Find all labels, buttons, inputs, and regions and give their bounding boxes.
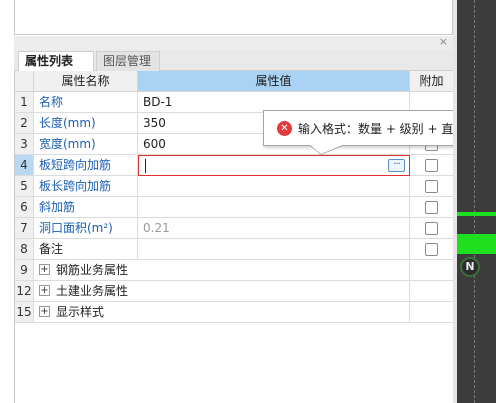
axis-line [474, 0, 475, 403]
add-checkbox[interactable] [425, 180, 438, 193]
group-label: 显示样式 [56, 305, 105, 319]
upper-panel [14, 0, 468, 35]
north-compass-icon: N [460, 257, 480, 277]
tooltip-pointer [309, 144, 345, 154]
expand-icon[interactable]: + [39, 285, 50, 296]
row-number: 1 [15, 92, 34, 113]
group-label-cell[interactable]: + 钢筋业务属性 [34, 260, 410, 281]
header-name: 属性名称 [34, 71, 138, 92]
row-number: 4 [15, 155, 34, 176]
row-value[interactable] [138, 176, 410, 197]
row-number: 8 [15, 239, 34, 260]
row-add-cell [410, 155, 454, 176]
table-row: 8 备注 [15, 239, 454, 260]
row-number: 9 [15, 260, 34, 281]
row-add-cell [410, 302, 454, 323]
wall-segment-thin [457, 212, 496, 216]
row-number: 12 [15, 281, 34, 302]
group-label: 钢筋业务属性 [56, 263, 129, 277]
row-value[interactable] [138, 197, 410, 218]
row-add-cell [410, 218, 454, 239]
left-margin [0, 0, 14, 403]
wall-segment [457, 234, 496, 254]
row-name[interactable]: 板长跨向加筋 [34, 176, 138, 197]
drawing-viewport[interactable] [457, 0, 496, 403]
row-add-cell [410, 239, 454, 260]
tab-properties[interactable]: 属性列表 [18, 51, 94, 72]
expand-icon[interactable]: + [39, 306, 50, 317]
row-add-cell [410, 260, 454, 281]
add-checkbox[interactable] [425, 159, 438, 172]
group-label-cell[interactable]: + 土建业务属性 [34, 281, 410, 302]
row-add-cell [410, 176, 454, 197]
row-add-cell [410, 281, 454, 302]
row-name[interactable]: 长度(mm) [34, 113, 138, 134]
header-num [15, 71, 34, 92]
row-value[interactable] [138, 239, 410, 260]
row-name[interactable]: 板短跨向加筋 [34, 155, 138, 176]
header-value: 属性值 [138, 71, 410, 92]
text-caret [145, 159, 146, 173]
add-checkbox[interactable] [425, 243, 438, 256]
panel-header: × [14, 35, 453, 50]
header-add: 附加 [410, 71, 454, 92]
row-name[interactable]: 斜加筋 [34, 197, 138, 218]
row-number: 5 [15, 176, 34, 197]
row-name[interactable]: 洞口面积(m²) [34, 218, 138, 239]
row-number: 3 [15, 134, 34, 155]
group-row[interactable]: 9 + 钢筋业务属性 [15, 260, 454, 281]
row-value: 0.21 [138, 218, 410, 239]
table-row: 5 板长跨向加筋 [15, 176, 454, 197]
table-row: 6 斜加筋 [15, 197, 454, 218]
error-icon: ✕ [277, 121, 292, 136]
row-number: 15 [15, 302, 34, 323]
group-row[interactable]: 15 + 显示样式 [15, 302, 454, 323]
expand-icon[interactable]: + [39, 264, 50, 275]
group-row[interactable]: 12 + 土建业务属性 [15, 281, 454, 302]
tab-bar: 属性列表 图层管理 [14, 50, 453, 72]
row-number: 2 [15, 113, 34, 134]
group-label: 土建业务属性 [56, 284, 129, 298]
add-checkbox[interactable] [425, 201, 438, 214]
tab-layers[interactable]: 图层管理 [96, 51, 160, 71]
row-number: 7 [15, 218, 34, 239]
row-name[interactable]: 备注 [34, 239, 138, 260]
value-editor-input[interactable]: ··· [138, 155, 410, 176]
row-name[interactable]: 宽度(mm) [34, 134, 138, 155]
row-add-cell [410, 197, 454, 218]
row-number: 6 [15, 197, 34, 218]
add-checkbox[interactable] [425, 222, 438, 235]
more-options-button[interactable]: ··· [388, 159, 405, 172]
close-icon[interactable]: × [439, 35, 448, 48]
table-row: 7 洞口面积(m²) 0.21 [15, 218, 454, 239]
group-label-cell[interactable]: + 显示样式 [34, 302, 410, 323]
row-name[interactable]: 名称 [34, 92, 138, 113]
